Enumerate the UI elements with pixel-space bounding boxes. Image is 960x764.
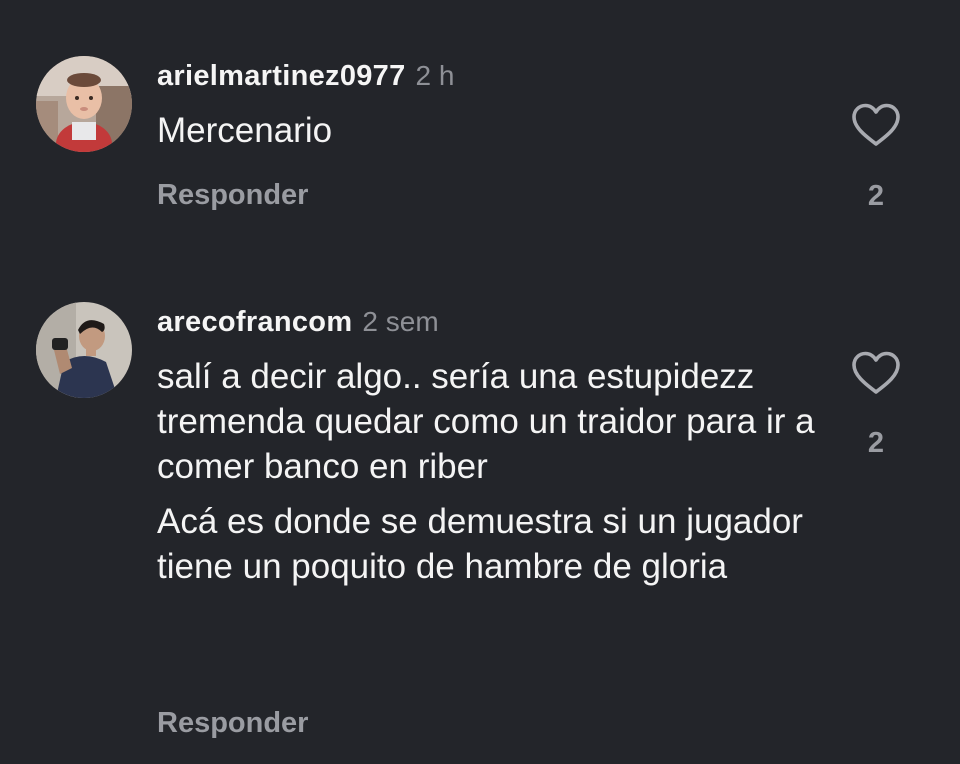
comment-item: arielmartinez0977 2 h Mercenario Responde… xyxy=(0,0,960,250)
timestamp: 2 sem xyxy=(362,306,439,337)
like-button[interactable] xyxy=(850,350,902,396)
comment-text: salí a decir algo.. sería una estupidezz… xyxy=(157,354,817,589)
comment-paragraph: salí a decir algo.. sería una estupidezz… xyxy=(157,357,815,486)
like-count: 2 xyxy=(867,427,885,459)
like-button[interactable] xyxy=(850,102,902,148)
comment-header: arielmartinez0977 2 h xyxy=(157,56,454,96)
comment-paragraph: Mercenario xyxy=(157,111,333,150)
heart-outline-icon xyxy=(852,103,900,146)
comment-text: Mercenario xyxy=(157,108,817,153)
comment-header: arecofrancom 2 sem xyxy=(157,302,439,342)
like-count: 2 xyxy=(867,180,885,212)
comment-paragraph: Acá es donde se demuestra si un jugador … xyxy=(157,502,803,586)
reply-button[interactable]: Responder xyxy=(157,705,308,741)
timestamp: 2 h xyxy=(415,60,455,91)
comment-item: arecofrancom 2 sem salí a decir algo.. se… xyxy=(0,250,960,764)
heart-outline-icon xyxy=(852,351,900,394)
username[interactable]: arecofrancom xyxy=(157,306,352,338)
reply-button[interactable]: Responder xyxy=(157,177,308,213)
avatar[interactable] xyxy=(36,56,132,152)
username[interactable]: arielmartinez0977 xyxy=(157,60,406,92)
avatar[interactable] xyxy=(36,302,132,398)
